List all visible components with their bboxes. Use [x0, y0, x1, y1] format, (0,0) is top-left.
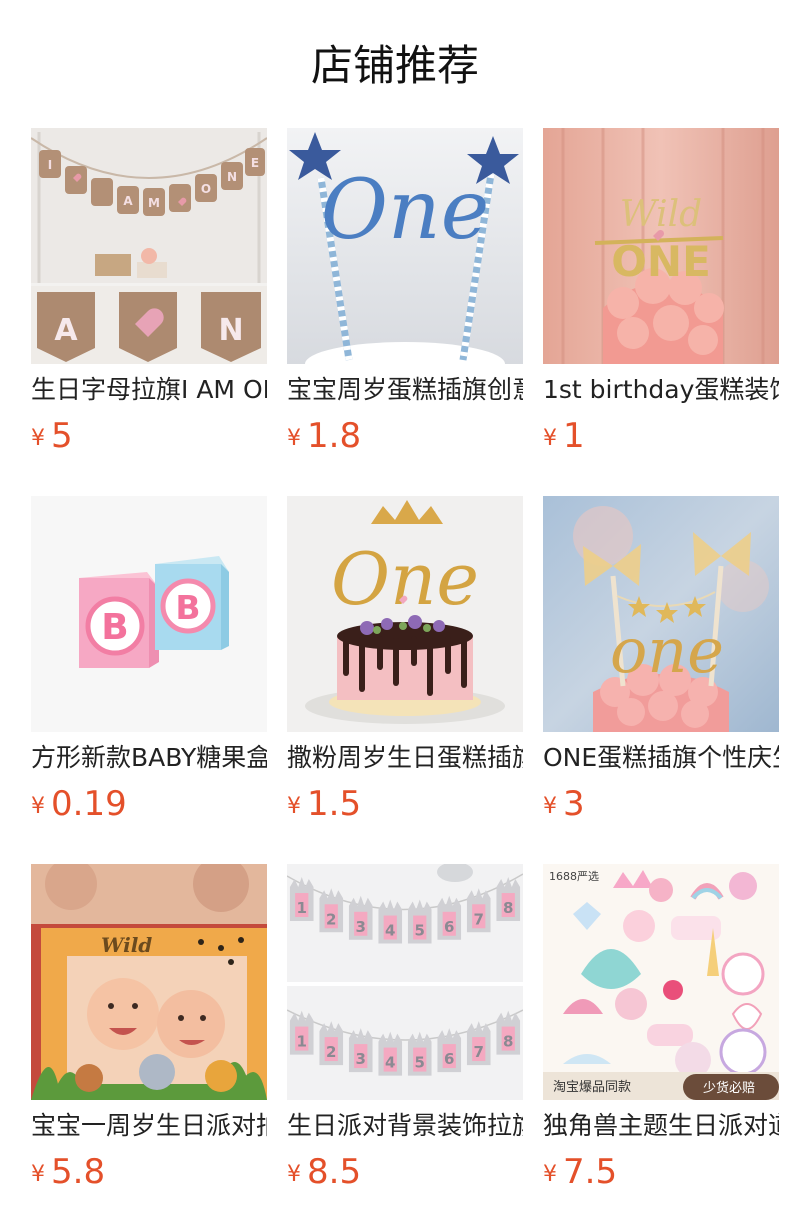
product-card[interactable]: One 撒粉周岁生日蛋糕插旗 ¥1.5 [287, 496, 523, 826]
topper-text: One [331, 537, 479, 621]
product-name[interactable]: 方形新款BABY糖果盒 [31, 741, 267, 775]
product-price: ¥1.5 [287, 784, 361, 824]
crown-digit: 4 [385, 922, 395, 940]
product-price: ¥1.8 [287, 416, 361, 456]
crown-digit: 6 [444, 1050, 454, 1068]
price-value: 5.8 [51, 1152, 106, 1192]
product-image-wild-one-cake-topper[interactable]: Wild ONE [543, 128, 779, 364]
crown-digit: 2 [326, 1043, 336, 1061]
product-name[interactable]: ONE蛋糕插旗个性庆生 [543, 741, 779, 775]
product-name[interactable]: 生日派对背景装饰拉旗 [287, 1109, 523, 1143]
product-name[interactable]: 撒粉周岁生日蛋糕插旗 [287, 741, 523, 775]
topper-text: one [610, 614, 724, 687]
price-value: 1 [563, 416, 585, 456]
page-title: 店铺推荐 [310, 41, 479, 90]
crown-digit: 2 [326, 910, 336, 928]
svg-text:N: N [227, 170, 237, 184]
currency-symbol: ¥ [287, 794, 301, 819]
svg-text:I: I [48, 158, 52, 172]
price-value: 5 [51, 416, 73, 456]
product-card[interactable]: 1688严选 淘宝爆品同款 少货必赔 独角兽主题生日派对 ¥ 7.5 [543, 864, 779, 1194]
badge-left-text: 淘宝爆品同款 [553, 1080, 631, 1095]
product-price: ¥1 [543, 416, 585, 456]
crown-digit: 3 [356, 1050, 366, 1068]
crown-digit: 3 [356, 918, 366, 936]
price-value: 1.8 [307, 416, 362, 456]
product-image-unicorn-photo-props[interactable]: 1688严选 淘宝爆品同款 少货必赔 [543, 864, 779, 1100]
currency-symbol: ¥ [543, 794, 557, 819]
product-name[interactable]: 独角兽主题生日派对道具 [543, 1109, 779, 1143]
currency-symbol: ¥ [31, 794, 45, 819]
crown-digit: 5 [415, 922, 425, 940]
crown-digit: 7 [474, 1043, 484, 1061]
product-price: ¥3 [543, 784, 585, 824]
product-image-safari-photo-frame[interactable]: Wild [31, 864, 267, 1100]
svg-text:Wild: Wild [620, 194, 702, 235]
topper-text: One [321, 163, 490, 258]
crown-digit: 7 [474, 910, 484, 928]
price-value: 0.19 [51, 784, 127, 824]
svg-text:A: A [123, 194, 133, 208]
product-card[interactable]: one ONE蛋糕插旗个性庆生 ¥3 [543, 496, 779, 826]
currency-symbol: ¥ [31, 1162, 45, 1187]
crown-digit: 8 [503, 899, 513, 917]
price-value: 3 [563, 784, 585, 824]
product-grid: I A M O N E A N 生日字母拉旗I AM O ¥ 5 One 宝宝周… [31, 128, 779, 1208]
badge-right-text: 少货必赔 [703, 1080, 755, 1096]
product-price: ¥5.8 [31, 1152, 105, 1192]
crown-digit: 5 [415, 1054, 425, 1072]
product-card[interactable]: Wild ONE 1st birthday蛋糕装饰 ¥1 [543, 128, 779, 458]
product-image-gold-one-crown-cake[interactable]: One [287, 496, 523, 732]
badge-top-text: 1688严选 [549, 870, 599, 883]
product-price: ¥0.19 [31, 784, 127, 824]
currency-symbol: ¥ [287, 426, 301, 451]
price-value: 1.5 [307, 784, 362, 824]
product-card[interactable]: Wild 宝宝一周岁生日派对拍照框 ¥5.8 [31, 864, 267, 1194]
crown-digit: 4 [385, 1054, 395, 1072]
product-card[interactable]: 1 2 3 4 5 6 7 8 1 2 3 4 5 6 7 8 生日派对背景装饰拉旗 ¥8.5 [287, 864, 523, 1194]
product-price: ¥8.5 [287, 1152, 361, 1192]
product-price: ¥5 [31, 416, 73, 456]
currency-symbol: ¥ [31, 426, 45, 451]
product-image-one-bow-cake-topper[interactable]: one [543, 496, 779, 732]
product-image-banner-i-am-one[interactable]: I A M O N E A N [31, 128, 267, 364]
crown-digit: 8 [503, 1033, 513, 1051]
product-name[interactable]: 宝宝一周岁生日派对拍照框 [31, 1109, 267, 1143]
svg-text:A: A [54, 313, 78, 348]
svg-text:N: N [218, 313, 243, 348]
crown-digit: 1 [297, 1033, 307, 1051]
price-value: 7.5 [563, 1152, 618, 1192]
product-image-one-cake-topper-blue[interactable]: One [287, 128, 523, 364]
crown-digit: 1 [297, 899, 307, 917]
product-card[interactable]: B B 方形新款BABY糖果盒 ¥0.19 [31, 496, 267, 826]
svg-text:M: M [148, 196, 160, 210]
product-name[interactable]: 宝宝周岁蛋糕插旗创意 [287, 373, 523, 407]
product-card[interactable]: One 宝宝周岁蛋糕插旗创意 ¥1.8 [287, 128, 523, 458]
currency-symbol: ¥ [543, 1162, 557, 1187]
product-image-baby-candy-boxes[interactable]: B B [31, 496, 267, 732]
product-image-number-crown-banner[interactable]: 1 2 3 4 5 6 7 8 1 2 3 4 5 6 7 8 [287, 864, 523, 1100]
crown-digit: 6 [444, 918, 454, 936]
currency-symbol: ¥ [287, 1162, 301, 1187]
svg-text:ONE: ONE [611, 237, 711, 286]
product-name[interactable]: 生日字母拉旗I AM ONE [31, 373, 267, 407]
frame-text: Wild [101, 933, 152, 957]
svg-text:E: E [251, 156, 259, 170]
product-card[interactable]: I A M O N E A N 生日字母拉旗I AM O ¥ 5 [31, 128, 267, 458]
product-name[interactable]: 1st birthday蛋糕装饰 [543, 373, 779, 407]
product-price: ¥7.5 [543, 1152, 617, 1192]
currency-symbol: ¥ [543, 426, 557, 451]
svg-text:B: B [175, 588, 200, 627]
svg-text:B: B [101, 607, 128, 648]
price-value: 8.5 [307, 1152, 362, 1192]
svg-text:O: O [201, 182, 211, 196]
